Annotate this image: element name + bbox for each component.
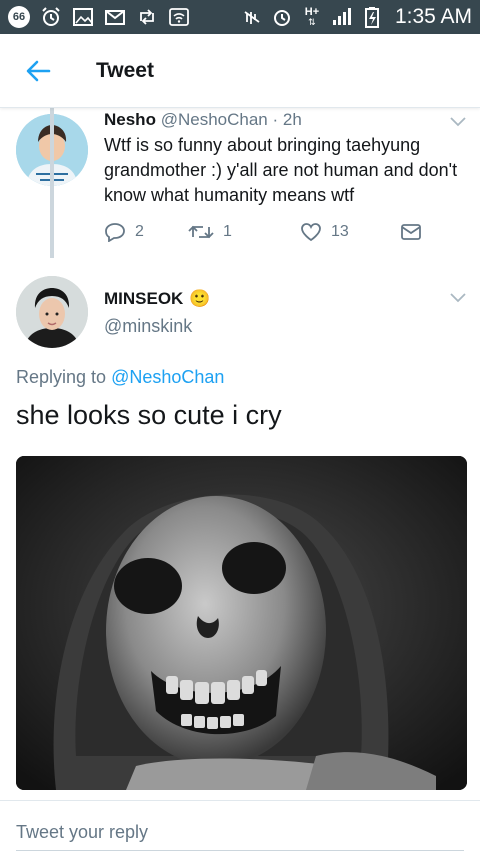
notification-count-badge: 66 (8, 6, 30, 28)
retweet-icon (188, 225, 214, 239)
like-button[interactable]: 13 (300, 222, 400, 242)
reply-input[interactable] (16, 815, 464, 849)
replying-to-link[interactable]: @NeshoChan (111, 367, 224, 387)
retweet-button[interactable]: 1 (188, 223, 300, 241)
tweet-text: Wtf is so funny about bringing taehyung … (104, 135, 458, 205)
author-name-text: MINSEOK (104, 289, 184, 308)
network-type-icon: H+ ⇅ (304, 6, 320, 27)
alarm-set-icon (271, 6, 293, 28)
reply-button[interactable]: 2 (104, 222, 184, 242)
alarm-icon (40, 6, 62, 28)
reply-input-underline (16, 850, 464, 851)
replying-to-line: Replying to @NeshoChan (16, 367, 224, 388)
battery-charging-icon (361, 6, 383, 28)
wifi-notification-icon (168, 6, 190, 28)
reply-icon (105, 223, 125, 242)
chevron-down-icon[interactable] (450, 290, 466, 308)
like-count: 13 (331, 223, 349, 240)
author-name[interactable]: Nesho (104, 110, 156, 129)
page-title: Tweet (96, 58, 154, 82)
retweet-count: 1 (223, 223, 232, 240)
meta-separator: · (272, 110, 279, 129)
signal-icon (331, 6, 353, 28)
back-arrow-icon (26, 60, 51, 81)
image-icon (72, 6, 94, 28)
status-time: 1:35 AM (394, 5, 472, 28)
reply-count: 2 (135, 223, 144, 240)
tweet-time: 2h (282, 110, 302, 129)
retweet-notification-icon (136, 6, 158, 28)
status-bar: 66 H+ ⇅ 1:35 AM (0, 0, 480, 34)
app-bar: Tweet (0, 34, 480, 108)
envelope-icon (401, 224, 421, 240)
chevron-down-icon[interactable] (450, 114, 466, 132)
mail-icon (104, 6, 126, 28)
author-handle[interactable]: @NeshoChan (161, 110, 268, 129)
author-handle[interactable]: @minskink (104, 316, 192, 337)
nfc-muted-icon (241, 6, 263, 28)
avatar[interactable] (16, 276, 88, 348)
tweet-actions: 2 1 13 (104, 222, 422, 242)
parent-tweet[interactable]: Nesho @NeshoChan · 2h Wtf is so funny ab… (0, 108, 480, 258)
author-name[interactable]: MINSEOK 🙂 (104, 289, 211, 309)
thread-connector-line (50, 82, 54, 258)
parent-tweet-header: Nesho @NeshoChan · 2h (104, 110, 302, 130)
tweet-text: she looks so cute i cry (16, 400, 282, 430)
direct-message-button[interactable] (400, 223, 422, 241)
replying-to-label: Replying to (16, 367, 107, 387)
back-button[interactable] (0, 34, 76, 108)
tweet-media-image[interactable] (16, 456, 467, 790)
reply-divider (0, 800, 480, 801)
smiley-emoji: 🙂 (189, 289, 211, 308)
heart-icon (301, 223, 321, 242)
